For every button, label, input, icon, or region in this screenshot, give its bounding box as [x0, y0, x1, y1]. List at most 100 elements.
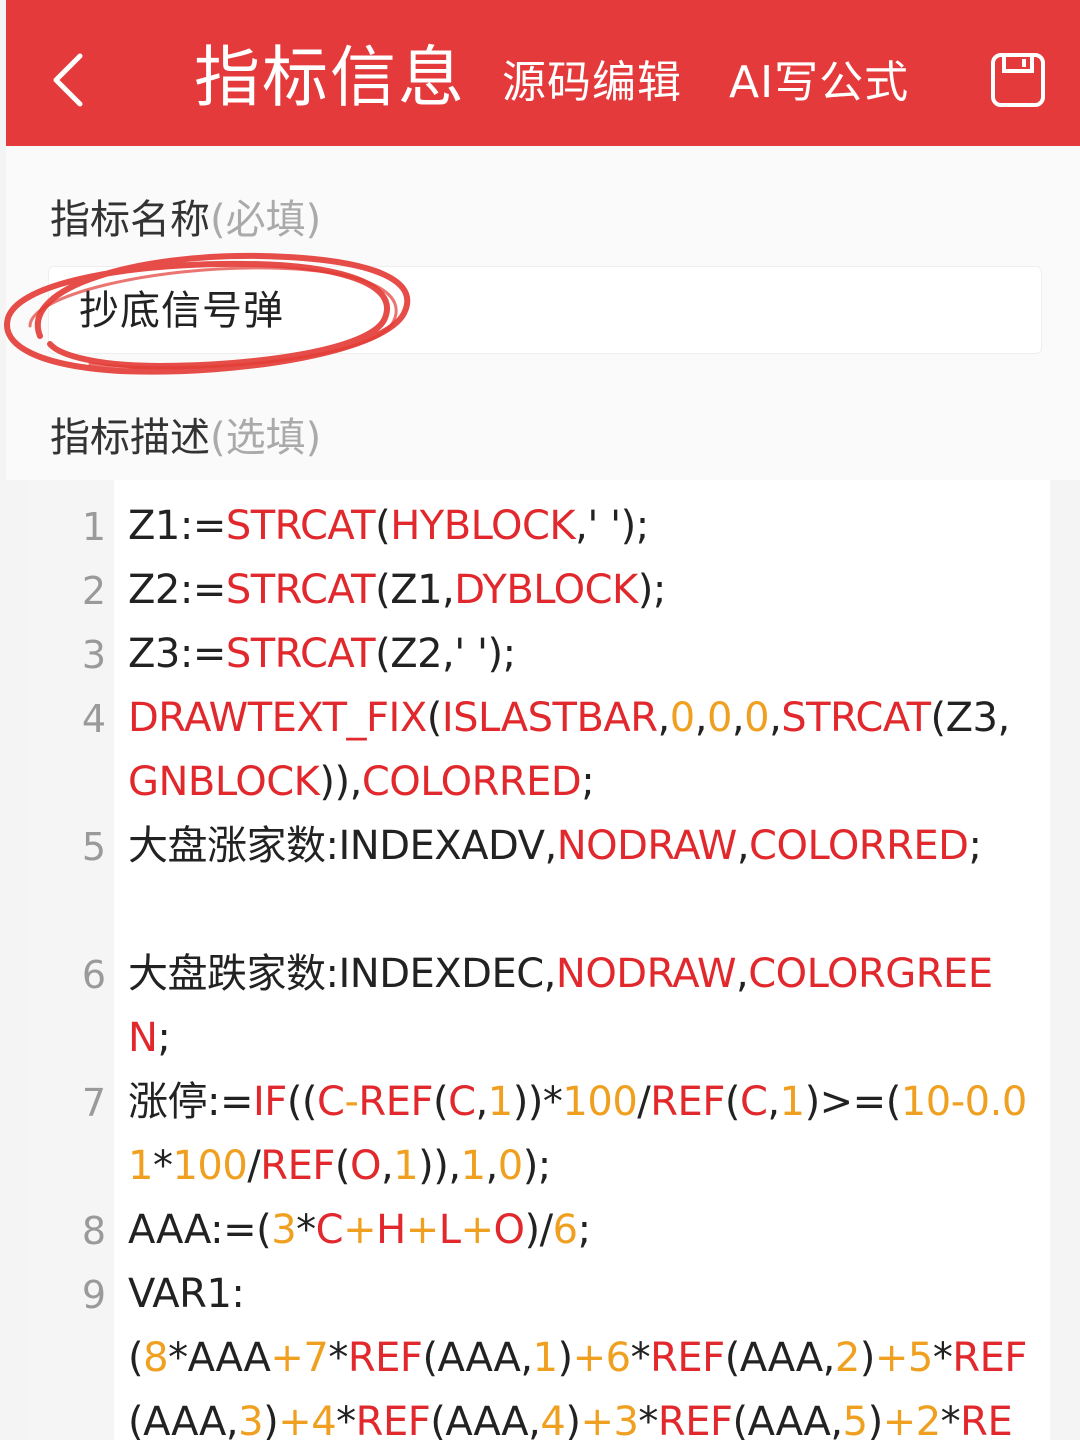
code-token: 8: [143, 1335, 169, 1381]
code-token: STRCAT: [225, 503, 376, 549]
code-token: (AAA,: [422, 1335, 533, 1381]
code-token: ;: [581, 759, 595, 805]
code-token: *: [940, 1399, 961, 1440]
chevron-left-icon: [53, 53, 83, 107]
code-line: Z3:=STRCAT(Z2,' ');: [128, 622, 1028, 686]
code-token: C: [317, 1079, 345, 1125]
code-token: ): [859, 1335, 876, 1381]
code-token: (: [432, 1079, 449, 1125]
code-token: O: [493, 1207, 525, 1253]
description-label-text: 指标描述: [50, 415, 210, 461]
code-token: 2: [915, 1399, 941, 1440]
indicator-name-input[interactable]: 抄底信号弹: [48, 266, 1042, 354]
line-number-gutter: 1 2 3 4 5 6 7 8 9: [30, 480, 114, 1440]
code-token: 1: [532, 1335, 558, 1381]
code-token: REF: [657, 1399, 733, 1440]
code-token: 4: [540, 1399, 566, 1440]
name-required-hint: (必填): [210, 197, 322, 243]
code-token: REF: [358, 1079, 433, 1125]
code-token: ,: [736, 823, 750, 869]
name-label: 指标名称(必填): [50, 194, 321, 246]
code-token: +: [580, 1399, 614, 1440]
code-token: STRCAT: [781, 695, 931, 741]
page-title: 指标信息: [194, 39, 466, 116]
code-token: L: [438, 1207, 461, 1253]
code-token: +: [343, 1207, 377, 1253]
code-line: Z2:=STRCAT(Z1,DYBLOCK);: [128, 558, 1028, 622]
code-token: *AAA: [168, 1335, 271, 1381]
code-token: /: [247, 1143, 261, 1189]
code-token: *: [328, 1335, 348, 1381]
code-token: -: [950, 1079, 965, 1125]
line-number: 6: [81, 953, 106, 997]
code-token: (: [426, 695, 443, 741]
code-token: 100: [562, 1079, 638, 1125]
code-token: *: [152, 1143, 173, 1189]
code-token: STRCAT: [225, 631, 376, 677]
code-token: 0: [669, 695, 695, 741]
source-edit-button[interactable]: 源码编辑: [502, 55, 682, 111]
code-token: C: [739, 1079, 768, 1125]
code-line: 涨停:=IF((C-REF(C,1))*100/REF(C,1)>=(10-0.…: [128, 1070, 1028, 1198]
code-token: -: [344, 1079, 359, 1125]
line-number: 9: [81, 1273, 106, 1317]
code-token: )/: [524, 1207, 554, 1253]
code-token: 5: [907, 1335, 933, 1381]
code-token: ,: [694, 695, 708, 741]
code-token: C: [315, 1207, 344, 1253]
code-token: Z3:=: [128, 631, 226, 677]
code-token: )),: [319, 759, 362, 805]
code-token: ): [867, 1399, 884, 1440]
code-token: 1: [487, 1079, 513, 1125]
code-token: 6: [605, 1335, 631, 1381]
code-text[interactable]: Z1:=STRCAT(HYBLOCK,' '); Z2:=STRCAT(Z1,D…: [128, 494, 1028, 1440]
code-token: *: [638, 1399, 658, 1440]
code-token: ;: [577, 1207, 591, 1253]
code-token: ,: [731, 695, 745, 741]
save-icon: [991, 53, 1045, 107]
code-token: 0: [497, 1143, 523, 1189]
code-token: (AAA,: [724, 1335, 836, 1381]
code-token: +: [460, 1207, 495, 1253]
code-token: (AAA,: [128, 1399, 239, 1440]
code-token: ISLASTBAR: [441, 695, 658, 741]
code-token: (AAA,: [732, 1399, 844, 1440]
code-token: COLORRED: [749, 823, 969, 869]
code-token: )>=(: [804, 1079, 902, 1125]
code-token: 5: [842, 1399, 868, 1440]
code-token: +: [882, 1399, 917, 1440]
code-token: (: [334, 1143, 351, 1189]
code-token: ,: [380, 1143, 394, 1189]
code-token: ,: [485, 1143, 499, 1189]
code-token: ;: [968, 823, 982, 869]
save-button[interactable]: [990, 52, 1046, 108]
code-token: 大盘跌家数:INDEXDEC,: [128, 951, 556, 997]
code-token: +: [572, 1335, 607, 1381]
code-token: +: [874, 1335, 909, 1381]
code-token: +: [405, 1207, 440, 1253]
code-token: DYBLOCK: [454, 567, 638, 613]
code-line: VAR1: (8*AAA+7*REF(AAA,1)+6*REF(AAA,2)+5…: [128, 1262, 1028, 1440]
code-token: DRAWTEXT_FIX: [128, 695, 427, 741]
code-token: IF: [253, 1079, 287, 1125]
code-token: 2: [834, 1335, 860, 1381]
code-token: ,: [657, 695, 671, 741]
line-number: 1: [81, 505, 106, 549]
code-token: 4: [311, 1399, 337, 1440]
code-token: 大盘涨家数:INDEXADV,: [128, 823, 557, 869]
ai-formula-button[interactable]: AI写公式: [729, 55, 909, 111]
code-token: 100: [172, 1143, 248, 1189]
code-token: ((: [286, 1079, 318, 1125]
code-token: ): [565, 1399, 581, 1440]
code-token: *: [336, 1399, 356, 1440]
back-button[interactable]: [46, 50, 94, 110]
code-token: )),: [418, 1143, 461, 1189]
line-number: 3: [81, 633, 106, 677]
line-number: 7: [81, 1081, 106, 1125]
code-token: REF: [347, 1335, 423, 1381]
code-editor[interactable]: 1 2 3 4 5 6 7 8 9 Z1:=STRCAT(HYBLOCK,' '…: [30, 480, 1050, 1440]
code-token: (AAA,: [430, 1399, 541, 1440]
code-line: Z1:=STRCAT(HYBLOCK,' ');: [128, 494, 1028, 558]
code-token: REF: [355, 1399, 431, 1440]
code-token: ,' ');: [575, 503, 649, 549]
